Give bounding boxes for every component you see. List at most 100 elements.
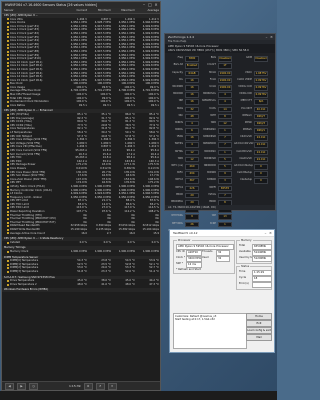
sensor-label: Max CPU/Thread Usage xyxy=(10,93,41,97)
timing-value: 367 xyxy=(185,178,199,184)
sensor-icon xyxy=(7,68,9,71)
sensor-label: Core 8 Clock (perf #9) xyxy=(10,53,40,57)
column-minimum[interactable]: Minimum xyxy=(88,8,112,13)
close-icon[interactable]: × xyxy=(269,34,274,40)
sensor-icon xyxy=(7,267,9,270)
close-sensors-button[interactable]: ✕ xyxy=(107,382,117,390)
sensor-icon xyxy=(7,164,9,167)
maximum-value: 1,900.0 MHz xyxy=(118,250,135,253)
sensor-name: Drive Temperature 2 xyxy=(2,283,64,287)
sensor-label: Average Active Core Count xyxy=(10,231,45,235)
sensor-icon xyxy=(7,270,9,273)
memory-group: Memory Total 65508Mb Available 51440Mb U… xyxy=(236,239,272,264)
sensor-label: Core 10 Clock (perf #11) xyxy=(10,60,43,64)
timing-label: RttNom xyxy=(242,113,252,117)
timing-label: tRCDWR xyxy=(172,84,183,88)
sensor-icon xyxy=(7,121,9,124)
sensor-icon xyxy=(7,203,9,206)
empty-cell xyxy=(234,193,252,199)
sensor-name: Average Active Core Count xyxy=(2,232,64,236)
column-average[interactable]: Average xyxy=(136,8,160,13)
mail-button[interactable]: Mail xyxy=(246,334,272,341)
processor-group: Processor AMD Ryzen 9 5950X 16-Core Proc… xyxy=(173,239,235,274)
zentimings-titlebar[interactable]: ZenTimings 1.2.4 – × xyxy=(165,34,275,40)
timing-value: 4 xyxy=(218,99,232,105)
hwinfo-titlebar[interactable]: HWiNFO64 v7.16-4600 Sensors Status [26 v… xyxy=(2,2,160,8)
sensor-label: Core Ratios xyxy=(10,103,25,107)
timing-value: 4 xyxy=(185,142,199,149)
sensor-icon xyxy=(7,189,9,192)
nav-right-button[interactable]: ▶ xyxy=(17,382,26,390)
timing-label: Capacity xyxy=(172,70,183,74)
sensor-row[interactable]: DIMM[3] Temperature 51.8 °C 23.3 °C 52.0 °C… xyxy=(2,270,160,274)
timing-label: tRRDL xyxy=(175,128,183,132)
timing-label: MCLK xyxy=(209,70,216,74)
testmem5-titlebar[interactable]: TestMem5 v0.12 – × xyxy=(170,230,274,237)
timing-label: tWR xyxy=(210,120,216,124)
exit-button[interactable]: Exit xyxy=(246,320,272,327)
nav-left-button[interactable]: ◀ xyxy=(5,382,14,390)
sensor-row[interactable]: Cstate0 0.0 % 0.0 % 0.0 % 0.0 % xyxy=(2,241,160,245)
sensor-icon xyxy=(7,128,9,131)
sensor-icon xyxy=(7,47,9,50)
timing-label: tRDRDSC xyxy=(204,149,216,153)
sensor-icon xyxy=(7,241,9,244)
sensor-name: DIMM[3] Temperature xyxy=(2,270,64,274)
sensor-label: CPU PPT Limit xyxy=(10,199,29,203)
timing-label: tPHYRDL xyxy=(172,221,183,225)
empty-cell xyxy=(234,186,252,192)
sensor-group-header[interactable]: Windows Hardware Errors (WHEA) xyxy=(2,288,160,292)
timing-value: 14 xyxy=(218,106,232,113)
timing-value: 9 xyxy=(218,171,232,177)
timing-label: VDDG IOD xyxy=(239,92,252,96)
current-value: 51.8 °C xyxy=(77,269,87,273)
sensor-row[interactable]: Average Active Core Count 16.0 2.7 16.0 15.9 xyxy=(2,232,160,236)
timing-value: 494 xyxy=(185,171,199,177)
timing-label: tREFI xyxy=(209,185,216,189)
sensor-icon xyxy=(7,279,9,282)
timing-label: VDDG CCD xyxy=(238,84,252,88)
dimm-select[interactable]: A1: F4-3600C16-16GTZN (16GB, DR) xyxy=(165,205,275,210)
sensor-row[interactable]: Memory Clock 1,900.0 MHz 1,900.0 MHz 1,900.… xyxy=(2,250,160,254)
empty-cell xyxy=(234,63,252,69)
sensor-icon xyxy=(7,207,9,210)
timing-label: tCKE xyxy=(210,221,216,225)
column-current[interactable]: Current xyxy=(64,8,88,13)
sensor-icon xyxy=(7,72,9,75)
close-icon[interactable]: × xyxy=(153,2,159,8)
timing-label: RttPark xyxy=(242,128,252,132)
errors-label: Error(s) xyxy=(239,282,249,285)
sensor-icon xyxy=(7,32,9,35)
timing-value: RZQ/7 xyxy=(254,113,268,120)
column-maximum[interactable]: Maximum xyxy=(112,8,136,13)
timing-value: 1T xyxy=(218,63,232,69)
sensor-icon xyxy=(7,221,9,224)
home-button[interactable]: Home xyxy=(246,313,272,320)
sensor-row[interactable]: Core Ratios 49.5 x 49.3 x 49.5 x 49.5 x xyxy=(2,104,160,108)
settings-button[interactable]: ⚙ xyxy=(83,382,93,390)
sensor-label: Thermal Throttling (HTC) xyxy=(10,213,43,217)
sensor-row[interactable]: Drive Temperature 2 48.0 °C 41.0 °C 48.0 °C… xyxy=(2,283,160,287)
timing-label: tRC xyxy=(178,113,183,117)
maximum-value: 52.0 °C xyxy=(125,269,135,273)
timing-value: 0 xyxy=(254,178,268,184)
reset-button[interactable]: ↺ xyxy=(95,382,105,390)
close-icon[interactable]: × xyxy=(268,230,273,236)
load-config-button[interactable]: Load config & exit xyxy=(246,327,272,334)
timing-label: tRDRDSCL xyxy=(202,92,216,96)
timing-label: tRFC4 xyxy=(175,185,184,189)
timing-label: ClkDrvStr xyxy=(240,135,252,139)
sensor-icon xyxy=(7,29,9,32)
sensor-label: Power Reporting Deviation xyxy=(10,210,45,214)
sensor-label: Average Effective Clock xyxy=(10,89,41,93)
timing-label: VSOC xyxy=(244,70,252,74)
sse-label: SSE * xyxy=(176,262,184,265)
sensor-label: Core 7 Clock (perf #8) xyxy=(10,49,40,53)
sensor-label: Thermal Throttling (PROCHOT EXT) xyxy=(10,220,56,224)
maximum-value: 49.5 x xyxy=(126,103,135,107)
column-sensor[interactable]: Sensor xyxy=(2,8,64,13)
sensor-list[interactable]: CPU [#0]: AMD Ryzen 9 ... Core VIDs 1.494 … xyxy=(2,14,160,381)
sensor-label: CPU Core Voltage (SVI2 TFN) xyxy=(10,138,48,142)
timing-label: tRFC (ns) xyxy=(171,164,183,167)
average-value: 51.4 °C xyxy=(149,269,159,273)
